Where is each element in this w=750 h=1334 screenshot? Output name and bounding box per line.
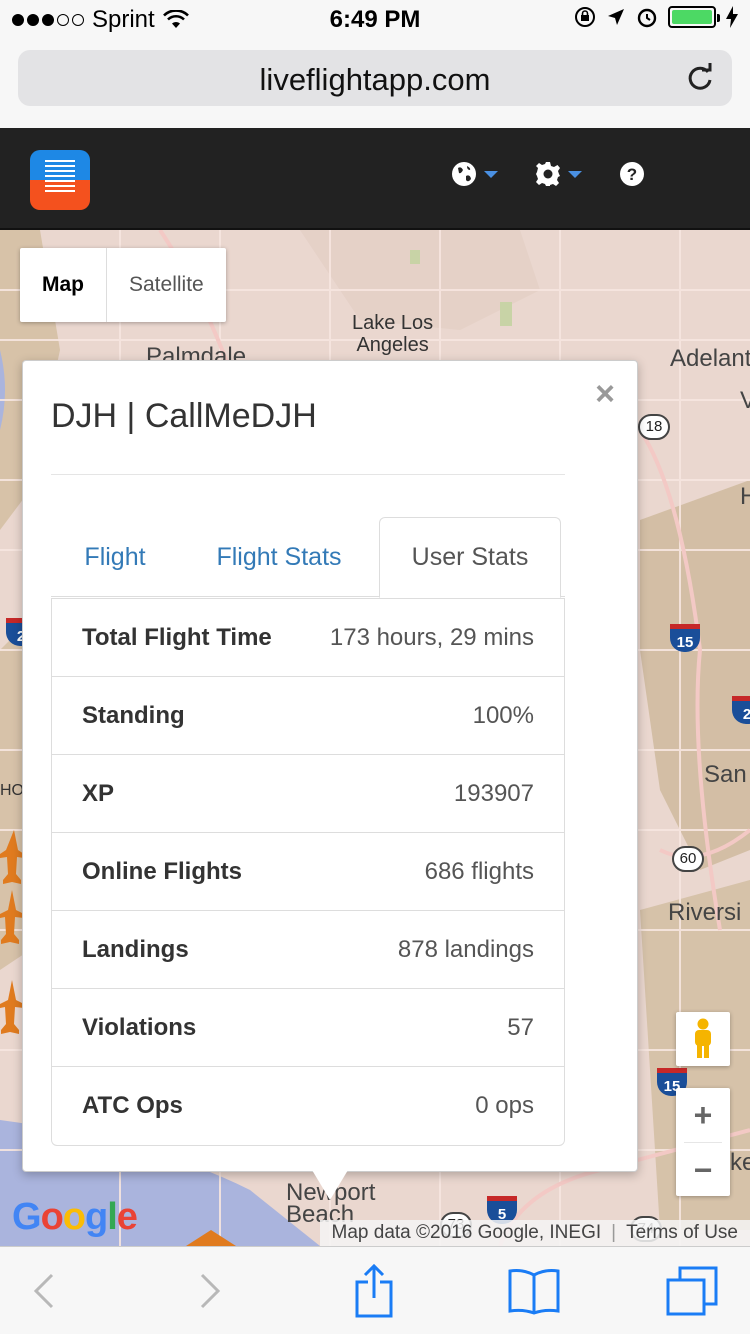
settings-dropdown[interactable] bbox=[534, 160, 582, 188]
url-text[interactable]: liveflightapp.com bbox=[18, 62, 732, 98]
divider bbox=[51, 474, 565, 475]
share-button[interactable] bbox=[346, 1264, 402, 1318]
street-view-pegman[interactable] bbox=[676, 1012, 730, 1066]
stat-label: XP bbox=[82, 779, 115, 807]
tab-flight-stats[interactable]: Flight Stats bbox=[179, 517, 379, 597]
airplane-icon[interactable] bbox=[0, 830, 24, 890]
pegman-icon bbox=[695, 1018, 711, 1058]
user-stats-popup: × DJH | CallMeDJH Flight Flight Stats Us… bbox=[22, 360, 638, 1172]
popup-title: DJH | CallMeDJH bbox=[51, 397, 317, 435]
back-icon bbox=[33, 1273, 54, 1309]
bookmarks-button[interactable] bbox=[506, 1265, 562, 1317]
stat-row-standing: Standing 100% bbox=[52, 677, 564, 755]
airplane-icon[interactable] bbox=[0, 980, 24, 1040]
google-logo: Google bbox=[12, 1196, 138, 1238]
stat-label: Online Flights bbox=[82, 857, 242, 885]
stat-label: Landings bbox=[82, 935, 189, 963]
map-label-h: H bbox=[740, 483, 750, 510]
user-stats-table: Total Flight Time 173 hours, 29 mins Sta… bbox=[51, 598, 565, 1146]
browser-toolbar bbox=[0, 1246, 750, 1334]
reload-icon[interactable] bbox=[682, 60, 718, 96]
stat-label: Standing bbox=[82, 701, 185, 729]
zoom-control: + − bbox=[676, 1088, 730, 1196]
stat-row-landings: Landings 878 landings bbox=[52, 911, 564, 989]
map-label-riverside: Riversi bbox=[668, 899, 742, 926]
svg-text:?: ? bbox=[627, 165, 637, 184]
map-label-lake-los-angeles: Lake Los Angeles bbox=[352, 312, 434, 356]
popup-pointer bbox=[312, 1170, 348, 1200]
route-marker-18: 18 bbox=[638, 414, 670, 440]
globe-icon bbox=[452, 162, 476, 186]
stat-row-atc-ops: ATC Ops 0 ops bbox=[52, 1067, 564, 1145]
charging-icon bbox=[726, 6, 738, 28]
app-navbar: ? bbox=[0, 128, 750, 230]
tabs-button[interactable] bbox=[664, 1265, 720, 1317]
rotation-lock-icon bbox=[575, 7, 595, 27]
stat-row-online-flights: Online Flights 686 flights bbox=[52, 833, 564, 911]
tab-flight[interactable]: Flight bbox=[51, 517, 179, 597]
stat-value: 193907 bbox=[453, 779, 534, 807]
share-icon bbox=[355, 1264, 393, 1318]
stat-value: 878 landings bbox=[397, 935, 534, 963]
forward-icon bbox=[200, 1273, 221, 1309]
stat-row-total-flight-time: Total Flight Time 173 hours, 29 mins bbox=[52, 599, 564, 677]
back-button[interactable] bbox=[16, 1265, 72, 1317]
bookmarks-icon bbox=[508, 1269, 560, 1315]
address-bar[interactable]: liveflightapp.com bbox=[18, 50, 732, 106]
map-label-san: San bbox=[704, 761, 747, 788]
stat-label: Violations bbox=[82, 1013, 197, 1041]
map-label-v: V bbox=[740, 387, 750, 414]
stat-value: 100% bbox=[472, 701, 534, 729]
battery-icon bbox=[668, 6, 720, 28]
help-icon: ? bbox=[620, 162, 644, 186]
popup-tabs: Flight Flight Stats User Stats bbox=[51, 517, 565, 598]
zoom-in-button[interactable]: + bbox=[676, 1088, 730, 1142]
map-label-ke: ke bbox=[730, 1149, 750, 1176]
stat-row-violations: Violations 57 bbox=[52, 989, 564, 1067]
terms-of-use-link[interactable]: Terms of Use bbox=[626, 1222, 738, 1244]
alarm-icon bbox=[637, 8, 657, 28]
zoom-out-button[interactable]: − bbox=[676, 1143, 730, 1197]
map-data-credit: Map data ©2016 Google, INEGI bbox=[331, 1222, 602, 1243]
menu-icon[interactable] bbox=[688, 167, 722, 182]
status-bar: Sprint 6:49 PM bbox=[0, 0, 750, 40]
forward-button[interactable] bbox=[182, 1265, 238, 1317]
help-button[interactable]: ? bbox=[618, 160, 646, 188]
gear-icon bbox=[536, 162, 560, 186]
stat-label: Total Flight Time bbox=[82, 623, 272, 651]
location-icon bbox=[608, 9, 624, 25]
airplane-icon[interactable] bbox=[186, 1230, 236, 1246]
map-label-adelanto: Adelanto bbox=[670, 345, 750, 372]
stat-row-xp: XP 193907 bbox=[52, 755, 564, 833]
stat-label: ATC Ops bbox=[82, 1092, 183, 1119]
airplane-icon[interactable] bbox=[0, 890, 24, 950]
close-icon[interactable]: × bbox=[595, 375, 615, 414]
stat-value: 57 bbox=[507, 1013, 534, 1041]
tabs-icon bbox=[666, 1266, 718, 1316]
liveflight-logo[interactable] bbox=[30, 150, 90, 210]
tab-user-stats[interactable]: User Stats bbox=[379, 517, 561, 598]
stat-value: 686 flights bbox=[424, 857, 534, 885]
stat-value: 173 hours, 29 mins bbox=[329, 623, 534, 651]
route-shield-i15: 15 bbox=[670, 624, 700, 652]
map-type-satellite-button[interactable]: Satellite bbox=[107, 248, 226, 322]
map-attribution: Map data ©2016 Google, INEGI | Terms of … bbox=[319, 1220, 750, 1246]
stat-value: 0 ops bbox=[475, 1092, 534, 1119]
map-type-map-button[interactable]: Map bbox=[20, 248, 107, 322]
language-dropdown[interactable] bbox=[450, 160, 498, 188]
route-marker-60: 60 bbox=[672, 846, 704, 872]
browser-header: liveflightapp.com bbox=[0, 40, 750, 128]
map-type-control: Map Satellite bbox=[20, 248, 226, 322]
